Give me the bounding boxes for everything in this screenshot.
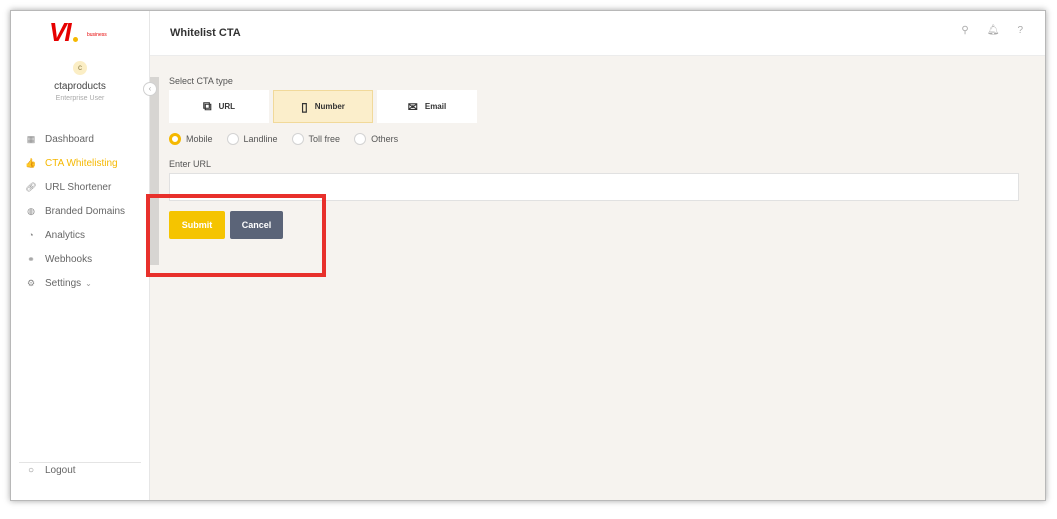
cta-type-url[interactable]: ⧉ URL (169, 90, 269, 123)
phone-icon: ▯ (301, 99, 308, 114)
sidebar-item-branded-domains[interactable]: ◍ Branded Domains (25, 199, 125, 223)
sidebar-item-label: URL Shortener (45, 181, 112, 193)
radio-circle (354, 133, 367, 145)
sidebar-item-label: Branded Domains (45, 205, 126, 217)
divider (19, 462, 141, 463)
gear-icon: ⚙ (26, 277, 36, 288)
user-name: ctaproducts (54, 81, 106, 92)
page-title: Whitelist CTA (170, 27, 241, 39)
bell-icon[interactable]: 🔔︎ (987, 25, 1000, 36)
sidebar: VI business c ctaproducts Enterprise Use… (11, 11, 150, 500)
globe-icon: ◍ (27, 205, 35, 216)
sidebar-item-url-shortener[interactable]: 🔗︎ URL Shortener (25, 175, 125, 199)
sidebar-item-label: Settings (45, 277, 82, 289)
mail-icon: ✉ (407, 99, 418, 114)
dashboard-icon: ▦ (26, 133, 36, 144)
logout-button[interactable]: ○ Logout (25, 465, 76, 476)
sidebar-item-analytics[interactable]: ◔ Analytics (25, 223, 125, 247)
sidebar-item-settings[interactable]: ⚙ Settings ⌄ (25, 271, 125, 295)
logout-label: Logout (45, 465, 76, 476)
chevron-left-icon: ‹ (148, 84, 152, 93)
sidebar-item-cta-whitelisting[interactable]: 👍 CTA Whitelisting (25, 151, 125, 175)
logo-subtext: business (87, 32, 107, 38)
link-icon: 🔗︎ (25, 181, 37, 192)
sidebar-item-dashboard[interactable]: ▦ Dashboard (25, 127, 125, 151)
radio-label: Landline (243, 134, 278, 144)
power-icon: ○ (27, 465, 35, 476)
radio-label: Others (371, 134, 399, 144)
highlight-box (146, 194, 326, 277)
cta-type-label: URL (218, 102, 236, 111)
radio-circle (169, 133, 181, 145)
logo-text: VI (49, 17, 72, 47)
sidebar-item-label: Analytics (45, 229, 86, 241)
top-bar: Whitelist CTA ⚲ 🔔︎ ? (150, 11, 1045, 56)
header-actions: ⚲ 🔔︎ ? (961, 25, 1023, 36)
radio-mobile[interactable]: Mobile (169, 133, 213, 145)
radio-circle (291, 133, 304, 145)
vi-logo: VI business (49, 17, 119, 47)
avatar: c (73, 61, 87, 75)
radio-label: Toll free (308, 134, 341, 144)
chevron-down-icon: ⌄ (85, 278, 92, 288)
radio-landline[interactable]: Landline (226, 133, 278, 145)
sidebar-item-label: Dashboard (45, 133, 94, 145)
user-role: Enterprise User (55, 95, 105, 102)
number-type-radio-group: Mobile Landline Toll free Others (169, 133, 412, 145)
sidebar-nav: ▦ Dashboard 👍 CTA Whitelisting 🔗︎ URL Sh… (25, 127, 125, 295)
select-cta-type-label: Select CTA type (169, 76, 233, 86)
cta-type-label: Number (314, 102, 345, 111)
enter-url-label: Enter URL (169, 159, 212, 169)
radio-others[interactable]: Others (354, 133, 398, 145)
webhook-icon: ⚭ (27, 253, 35, 264)
logo-dot (73, 37, 78, 42)
app-window: VI business c ctaproducts Enterprise Use… (10, 10, 1046, 501)
help-icon[interactable]: ? (1017, 25, 1023, 36)
cta-type-label: Email (424, 102, 447, 111)
radio-toll-free[interactable]: Toll free (291, 133, 341, 145)
sidebar-collapse-button[interactable]: ‹ (143, 82, 157, 96)
sidebar-item-label: CTA Whitelisting (45, 157, 118, 169)
thumbs-up-icon: 👍 (25, 157, 37, 168)
cta-type-number[interactable]: ▯ Number (273, 90, 373, 123)
sidebar-item-label: Webhooks (45, 253, 93, 265)
cta-type-email[interactable]: ✉ Email (377, 90, 477, 123)
url-icon: ⧉ (202, 99, 212, 113)
radio-label: Mobile (186, 134, 213, 144)
cta-type-selector: ⧉ URL ▯ Number ✉ Email (169, 90, 477, 123)
pie-chart-icon: ◔ (28, 230, 34, 240)
sidebar-item-webhooks[interactable]: ⚭ Webhooks (25, 247, 125, 271)
search-icon[interactable]: ⚲ (961, 25, 968, 36)
radio-circle (226, 133, 239, 145)
